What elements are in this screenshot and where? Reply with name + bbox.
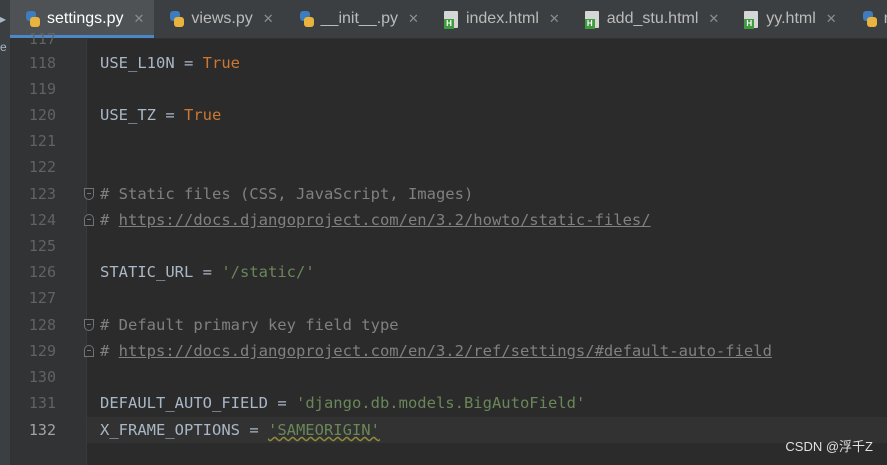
code-line: 128 # Default primary key field type (29, 312, 887, 338)
string-literal: '/static/' (221, 263, 315, 281)
line-number: 118 (28, 54, 56, 72)
code-line: 117 (29, 26, 887, 52)
code-line: 130 (29, 364, 887, 390)
code-comment: # https://docs.djangoproject.com/en/3.2/… (100, 207, 651, 233)
code-line: 129 # https://docs.djangoproject.com/en/… (29, 338, 887, 364)
close-icon[interactable]: ✕ (263, 11, 274, 27)
watermark: CSDN @浮千Z (785, 439, 873, 454)
line-number: 129 (28, 342, 56, 360)
fold-marker-icon[interactable] (84, 214, 94, 226)
collapse-arrow-icon[interactable]: ▸ (0, 12, 6, 26)
code-comment: # Static files (CSS, JavaScript, Images) (100, 185, 474, 203)
code-line: 120 USE_TZ = True (29, 102, 887, 128)
line-number: 132 (28, 421, 56, 439)
comment-link[interactable]: https://docs.djangoproject.com/en/3.2/re… (119, 342, 772, 360)
code-text: STATIC_URL = '/static/' (100, 259, 315, 285)
code-line: 131 DEFAULT_AUTO_FIELD = 'django.db.mode… (29, 390, 887, 416)
close-icon[interactable]: ✕ (408, 11, 419, 27)
code-line: 126 STATIC_URL = '/static/' (29, 259, 887, 285)
line-number: 124 (28, 211, 56, 229)
line-number: 130 (28, 368, 56, 386)
code-comment: # https://docs.djangoproject.com/en/3.2/… (100, 338, 772, 364)
code-line: 122 (29, 154, 887, 180)
operator: = (239, 421, 268, 439)
line-number: 126 (28, 263, 56, 281)
close-icon[interactable]: ✕ (826, 11, 837, 27)
code-text: X_FRAME_OPTIONS = 'SAMEORIGIN' (100, 417, 380, 443)
operator: = (193, 263, 222, 281)
line-number: 125 (28, 237, 56, 255)
identifier: X_FRAME_OPTIONS (100, 421, 240, 439)
fold-marker-icon[interactable] (84, 188, 94, 200)
line-number: 117 (28, 30, 56, 48)
code-editor[interactable]: 117 118 USE_L10N = True 119 120 USE_TZ =… (29, 30, 887, 465)
string-literal: 'django.db.models.BigAutoField' (295, 394, 586, 412)
identifier: STATIC_URL (100, 263, 194, 281)
comment-hash: # (100, 211, 119, 229)
comment-hash: # (100, 342, 119, 360)
line-number: 128 (28, 316, 56, 334)
code-text: DEFAULT_AUTO_FIELD = 'django.db.models.B… (100, 390, 585, 416)
code-text: USE_L10N = True (100, 50, 240, 76)
code-line: 118 USE_L10N = True (29, 50, 887, 76)
line-number: 127 (28, 289, 56, 307)
code-text: USE_TZ = True (100, 102, 221, 128)
line-number: 119 (28, 80, 56, 98)
comment-link[interactable]: https://docs.djangoproject.com/en/3.2/ho… (119, 211, 651, 229)
identifier: USE_L10N (100, 54, 175, 72)
operator: = (156, 106, 184, 124)
code-line: 123 # Static files (CSS, JavaScript, Ima… (29, 181, 887, 207)
left-strip-letter: e (0, 40, 7, 54)
close-icon[interactable]: ✕ (549, 11, 560, 27)
identifier: USE_TZ (100, 106, 156, 124)
line-number: 123 (28, 185, 56, 203)
fold-marker-icon[interactable] (84, 345, 94, 357)
current-code-line[interactable]: 132 X_FRAME_OPTIONS = 'SAMEORIGIN' (29, 417, 887, 443)
operator: = (174, 54, 203, 72)
code-line: 124 # https://docs.djangoproject.com/en/… (29, 207, 887, 233)
code-line: 125 (29, 233, 887, 259)
keyword: True (184, 106, 222, 124)
code-line: 127 (29, 285, 887, 311)
line-number: 131 (28, 394, 56, 412)
line-number: 122 (28, 158, 56, 176)
close-icon[interactable]: ✕ (708, 11, 719, 27)
keyword: True (202, 54, 240, 72)
code-line: 121 (29, 128, 887, 154)
line-number: 120 (28, 106, 56, 124)
identifier: DEFAULT_AUTO_FIELD (100, 394, 268, 412)
code-comment: # Default primary key field type (100, 316, 399, 334)
line-number: 121 (28, 132, 56, 150)
string-literal: 'SAMEORIGIN' (267, 421, 380, 439)
close-icon[interactable]: ✕ (133, 11, 144, 27)
code-line: 119 (29, 76, 887, 102)
operator: = (267, 394, 296, 412)
fold-marker-icon[interactable] (84, 319, 94, 331)
